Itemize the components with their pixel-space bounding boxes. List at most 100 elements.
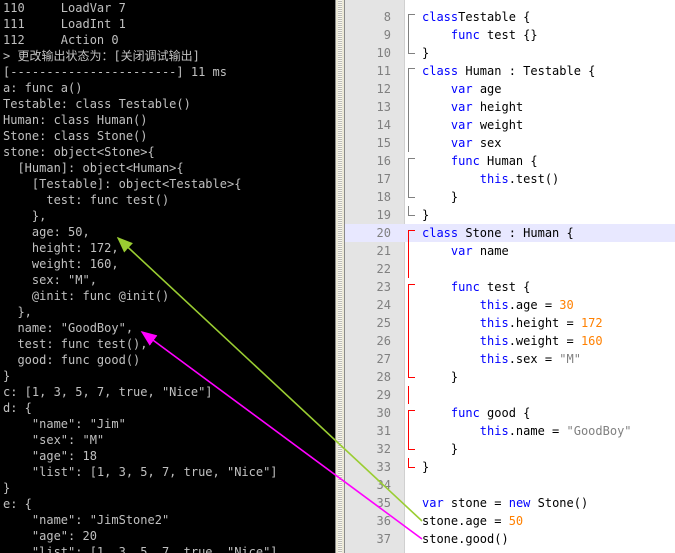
code-line[interactable]: 27 this.sex = "M" bbox=[345, 350, 675, 368]
console-line: a: func a() bbox=[3, 81, 83, 95]
token-kw: var bbox=[450, 100, 473, 114]
code-line[interactable]: 9 func test {} bbox=[345, 26, 675, 44]
splitter-handle[interactable] bbox=[335, 0, 345, 553]
line-number: 27 bbox=[376, 352, 391, 366]
code-line[interactable]: 13 var height bbox=[345, 98, 675, 116]
code-line[interactable]: 15 var sex bbox=[345, 134, 675, 152]
code-line[interactable]: 36 stone.age = 50 bbox=[345, 512, 675, 530]
fold-marker-icon[interactable] bbox=[408, 98, 417, 116]
token-text: test { bbox=[479, 280, 531, 294]
console-line: Human: class Human() bbox=[3, 113, 148, 127]
token-text: } bbox=[422, 46, 430, 60]
fold-marker-icon[interactable] bbox=[408, 530, 416, 548]
fold-marker-icon[interactable] bbox=[408, 206, 415, 216]
code-line[interactable]: 32 } bbox=[345, 440, 675, 458]
fold-marker-icon[interactable] bbox=[408, 116, 417, 134]
fold-marker-icon[interactable] bbox=[408, 26, 417, 44]
token-text: sex bbox=[472, 136, 502, 150]
token-kw: new bbox=[508, 496, 531, 510]
console-line: 112 Action 0 bbox=[3, 33, 119, 47]
fold-marker-icon[interactable] bbox=[408, 134, 417, 152]
code-line[interactable]: 30 func good { bbox=[345, 404, 675, 423]
fold-marker-icon[interactable] bbox=[408, 494, 416, 512]
code-text: var height bbox=[422, 98, 523, 116]
code-line[interactable]: 20 class Stone : Human { bbox=[345, 224, 675, 243]
console-line: [Testable]: object<Testable>{ bbox=[3, 177, 242, 191]
code-line[interactable]: 22 bbox=[345, 260, 675, 278]
code-text: var weight bbox=[422, 116, 523, 134]
code-line[interactable]: 34 bbox=[345, 476, 675, 494]
fold-marker-icon[interactable] bbox=[408, 440, 415, 450]
console-line: "age": 20 bbox=[3, 529, 97, 543]
fold-marker-icon[interactable] bbox=[408, 188, 415, 198]
code-text: var stone = new Stone() bbox=[422, 494, 588, 512]
console-line: sex: "M", bbox=[3, 273, 97, 287]
code-line[interactable]: 23 func test { bbox=[345, 278, 675, 297]
code-line[interactable]: 17 this.test() bbox=[345, 170, 675, 188]
code-text: this.name = "GoodBoy" bbox=[422, 422, 632, 440]
fold-marker-icon[interactable] bbox=[408, 476, 416, 494]
fold-marker-icon[interactable] bbox=[408, 260, 417, 278]
line-number: 12 bbox=[376, 82, 391, 96]
console-line: } bbox=[3, 369, 11, 383]
fold-marker-icon[interactable] bbox=[408, 458, 415, 468]
code-line[interactable]: 33} bbox=[345, 458, 675, 476]
token-th: this bbox=[479, 172, 509, 186]
code-line[interactable]: 19} bbox=[345, 206, 675, 224]
fold-marker-icon[interactable] bbox=[408, 314, 417, 332]
code-line[interactable]: 10} bbox=[345, 44, 675, 62]
code-line[interactable]: 8 classTestable { bbox=[345, 8, 675, 27]
console-line: c: [1, 3, 5, 7, true, "Nice"] bbox=[3, 385, 213, 399]
token-kw: class bbox=[422, 226, 459, 240]
token-kw: var bbox=[450, 118, 473, 132]
token-text: .sex = bbox=[508, 352, 560, 366]
console-line: Testable: class Testable() bbox=[3, 97, 191, 111]
token-th: this bbox=[479, 298, 509, 312]
fold-marker-icon[interactable] bbox=[408, 296, 417, 314]
code-text: this.weight = 160 bbox=[422, 332, 603, 350]
code-line[interactable]: 25 this.height = 172 bbox=[345, 314, 675, 332]
fold-marker-icon[interactable] bbox=[408, 80, 417, 98]
line-number: 35 bbox=[376, 496, 391, 510]
line-number: 22 bbox=[376, 262, 391, 276]
fold-marker-icon[interactable] bbox=[408, 386, 417, 404]
code-line[interactable]: 24 this.age = 30 bbox=[345, 296, 675, 314]
code-line[interactable]: 18 } bbox=[345, 188, 675, 206]
code-editor[interactable]: 8 classTestable {9 func test {} 10} 11 class… bbox=[345, 0, 675, 553]
fold-marker-icon[interactable] bbox=[408, 422, 417, 440]
token-kw: func bbox=[450, 406, 480, 420]
code-line[interactable]: 16 func Human { bbox=[345, 152, 675, 171]
code-line[interactable]: 21 var name bbox=[345, 242, 675, 260]
code-line[interactable]: 35 var stone = new Stone() bbox=[345, 494, 675, 512]
token-text: weight bbox=[472, 118, 524, 132]
fold-marker-icon[interactable] bbox=[408, 242, 417, 260]
code-line[interactable]: 14 var weight bbox=[345, 116, 675, 134]
code-line[interactable]: 31 this.name = "GoodBoy" bbox=[345, 422, 675, 440]
line-number: 31 bbox=[376, 424, 391, 438]
code-text: func test { bbox=[422, 278, 530, 296]
fold-marker-icon[interactable] bbox=[408, 350, 417, 368]
debug-console[interactable]: 110 LoadVar 7 111 LoadInt 1 112 Action 0 > … bbox=[0, 0, 335, 553]
code-line[interactable]: 37 stone.good() bbox=[345, 530, 675, 548]
code-text: var name bbox=[422, 242, 509, 260]
token-kw: func bbox=[450, 154, 480, 168]
fold-marker-icon[interactable] bbox=[408, 368, 415, 378]
code-line[interactable]: 29 bbox=[345, 386, 675, 404]
token-kw: func bbox=[450, 280, 480, 294]
fold-marker-icon[interactable] bbox=[408, 170, 417, 188]
code-line[interactable]: 28 } bbox=[345, 368, 675, 386]
code-line[interactable]: 12 var age bbox=[345, 80, 675, 98]
fold-marker-icon[interactable] bbox=[408, 332, 417, 350]
token-text: .weight = bbox=[508, 334, 581, 348]
fold-marker-icon[interactable] bbox=[408, 44, 415, 54]
line-number: 17 bbox=[376, 172, 391, 186]
console-line: "name": "Jim" bbox=[3, 417, 126, 431]
code-line[interactable]: 11 class Human : Testable { bbox=[345, 62, 675, 81]
token-text: } bbox=[422, 190, 459, 204]
token-text: Human : Testable { bbox=[458, 64, 596, 78]
fold-marker-icon[interactable] bbox=[408, 512, 416, 530]
code-line[interactable]: 26 this.weight = 160 bbox=[345, 332, 675, 350]
